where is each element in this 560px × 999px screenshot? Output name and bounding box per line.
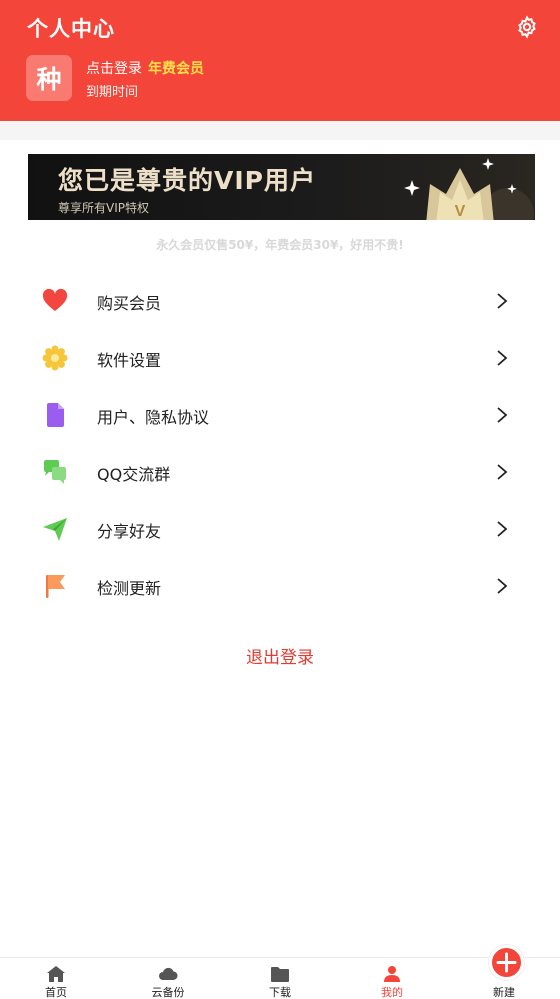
app-logo[interactable]: 种 xyxy=(26,55,72,101)
section-divider xyxy=(0,121,560,140)
menu-item-buy-vip[interactable]: 购买会员 xyxy=(0,272,560,329)
tab-label: 新建 xyxy=(493,986,515,999)
menu-item-label: 分享好友 xyxy=(97,522,162,541)
menu-item-label: 用户、隐私协议 xyxy=(97,408,210,427)
svg-text:V: V xyxy=(455,203,466,220)
menu-item-label: 购买会员 xyxy=(97,294,162,313)
gear-flower-icon xyxy=(42,345,68,371)
menu-item-label: 软件设置 xyxy=(97,351,162,370)
crown-icon: V xyxy=(404,158,534,220)
menu-item-share[interactable]: 分享好友 xyxy=(0,500,560,557)
tab-cloud-backup[interactable]: 云备份 xyxy=(112,958,224,999)
vip-badge: 年费会员 xyxy=(148,61,204,77)
banner-subtitle: 尊享所有VIP特权 xyxy=(58,201,149,215)
folder-icon xyxy=(271,967,289,982)
menu-item-privacy[interactable]: 用户、隐私协议 xyxy=(0,386,560,443)
logout-button[interactable]: 退出登录 xyxy=(0,643,560,668)
home-icon xyxy=(47,966,65,982)
gear-icon[interactable] xyxy=(515,15,539,39)
chevron-right-icon xyxy=(497,578,508,594)
tab-download[interactable]: 下载 xyxy=(224,958,336,999)
new-fab-button[interactable] xyxy=(489,945,524,980)
tab-home[interactable]: 首页 xyxy=(0,958,112,999)
bottom-tab-bar: 首页 云备份 下载 我的 新建 xyxy=(0,957,560,999)
tab-mine[interactable]: 我的 xyxy=(336,958,448,999)
menu-item-settings[interactable]: 软件设置 xyxy=(0,329,560,386)
promo-text: 永久会员仅售50¥，年费会员30¥，好用不贵! xyxy=(156,238,404,252)
chevron-right-icon xyxy=(497,464,508,480)
document-icon xyxy=(47,403,64,427)
cloud-icon xyxy=(159,967,178,981)
menu-item-label: 检测更新 xyxy=(97,579,162,598)
menu-item-label: QQ交流群 xyxy=(97,465,171,484)
flag-icon xyxy=(46,575,65,598)
person-icon xyxy=(384,966,400,982)
profile-header: 个人中心 种 点击登录 年费会员 到期时间 xyxy=(0,0,560,121)
chat-bubbles-icon xyxy=(44,460,66,484)
paper-plane-icon xyxy=(43,518,67,541)
login-link[interactable]: 点击登录 xyxy=(86,58,142,78)
menu-item-check-update[interactable]: 检测更新 xyxy=(0,557,560,614)
tab-label: 云备份 xyxy=(151,986,185,999)
banner-title: 您已是尊贵的VIP用户 xyxy=(58,166,316,195)
menu-item-qq-group[interactable]: QQ交流群 xyxy=(0,443,560,500)
tab-label: 下载 xyxy=(269,986,291,999)
chevron-right-icon xyxy=(497,407,508,423)
settings-menu: 购买会员 软件设置 用户、隐私协议 QQ交流群 分享好友 检测更新 xyxy=(0,272,560,614)
chevron-right-icon xyxy=(497,521,508,537)
tab-label: 首页 xyxy=(45,986,67,999)
vip-banner[interactable]: 您已是尊贵的VIP用户 尊享所有VIP特权 V xyxy=(28,154,535,220)
chevron-right-icon xyxy=(497,350,508,366)
page-title: 个人中心 xyxy=(27,17,115,41)
heart-icon xyxy=(42,288,68,311)
plus-icon xyxy=(496,952,517,973)
expire-time: 到期时间 xyxy=(86,85,139,100)
tab-label: 我的 xyxy=(381,986,403,999)
chevron-right-icon xyxy=(497,293,508,309)
